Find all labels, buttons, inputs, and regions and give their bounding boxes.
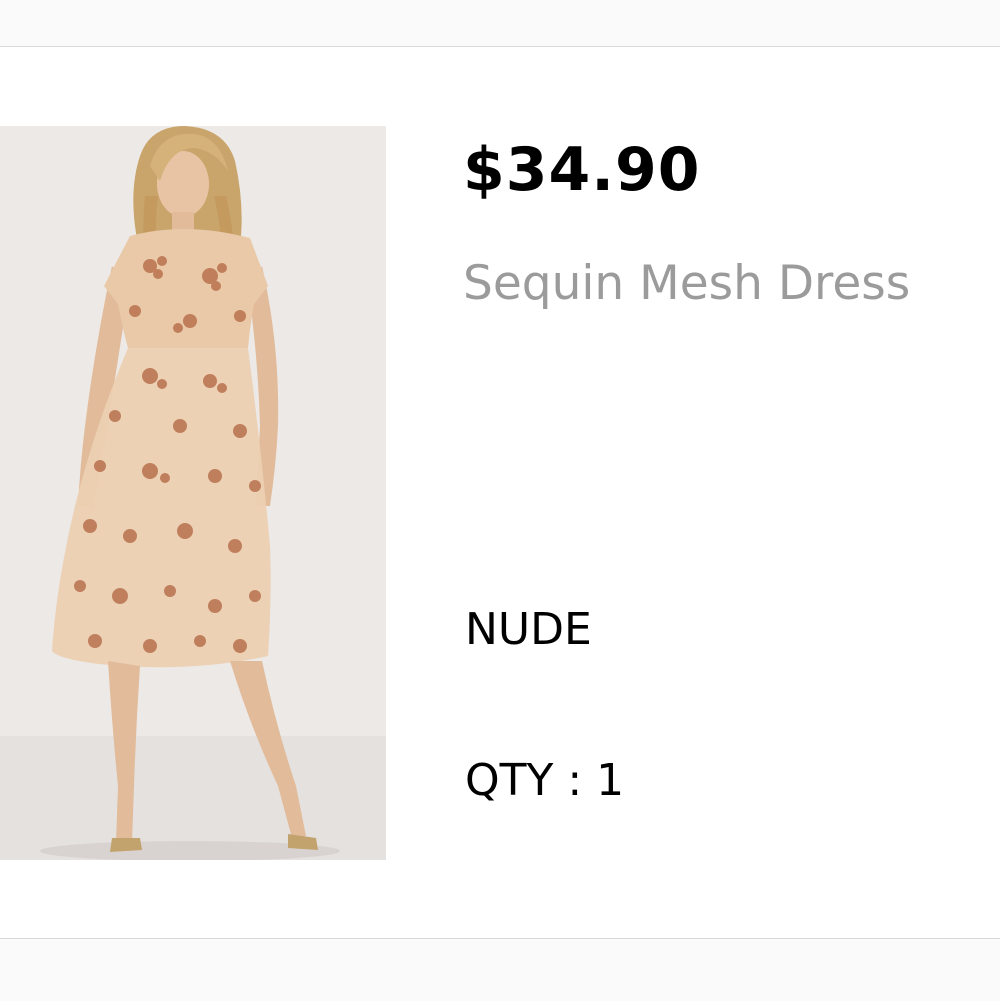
product-image[interactable] bbox=[0, 126, 386, 860]
bottom-divider-bar bbox=[0, 938, 1000, 1001]
product-price: $34.90 bbox=[463, 135, 701, 205]
product-name[interactable]: Sequin Mesh Dress bbox=[463, 256, 910, 311]
product-color: NUDE bbox=[465, 604, 592, 655]
product-quantity: QTY : 1 bbox=[465, 755, 625, 806]
top-divider-bar bbox=[0, 0, 1000, 47]
